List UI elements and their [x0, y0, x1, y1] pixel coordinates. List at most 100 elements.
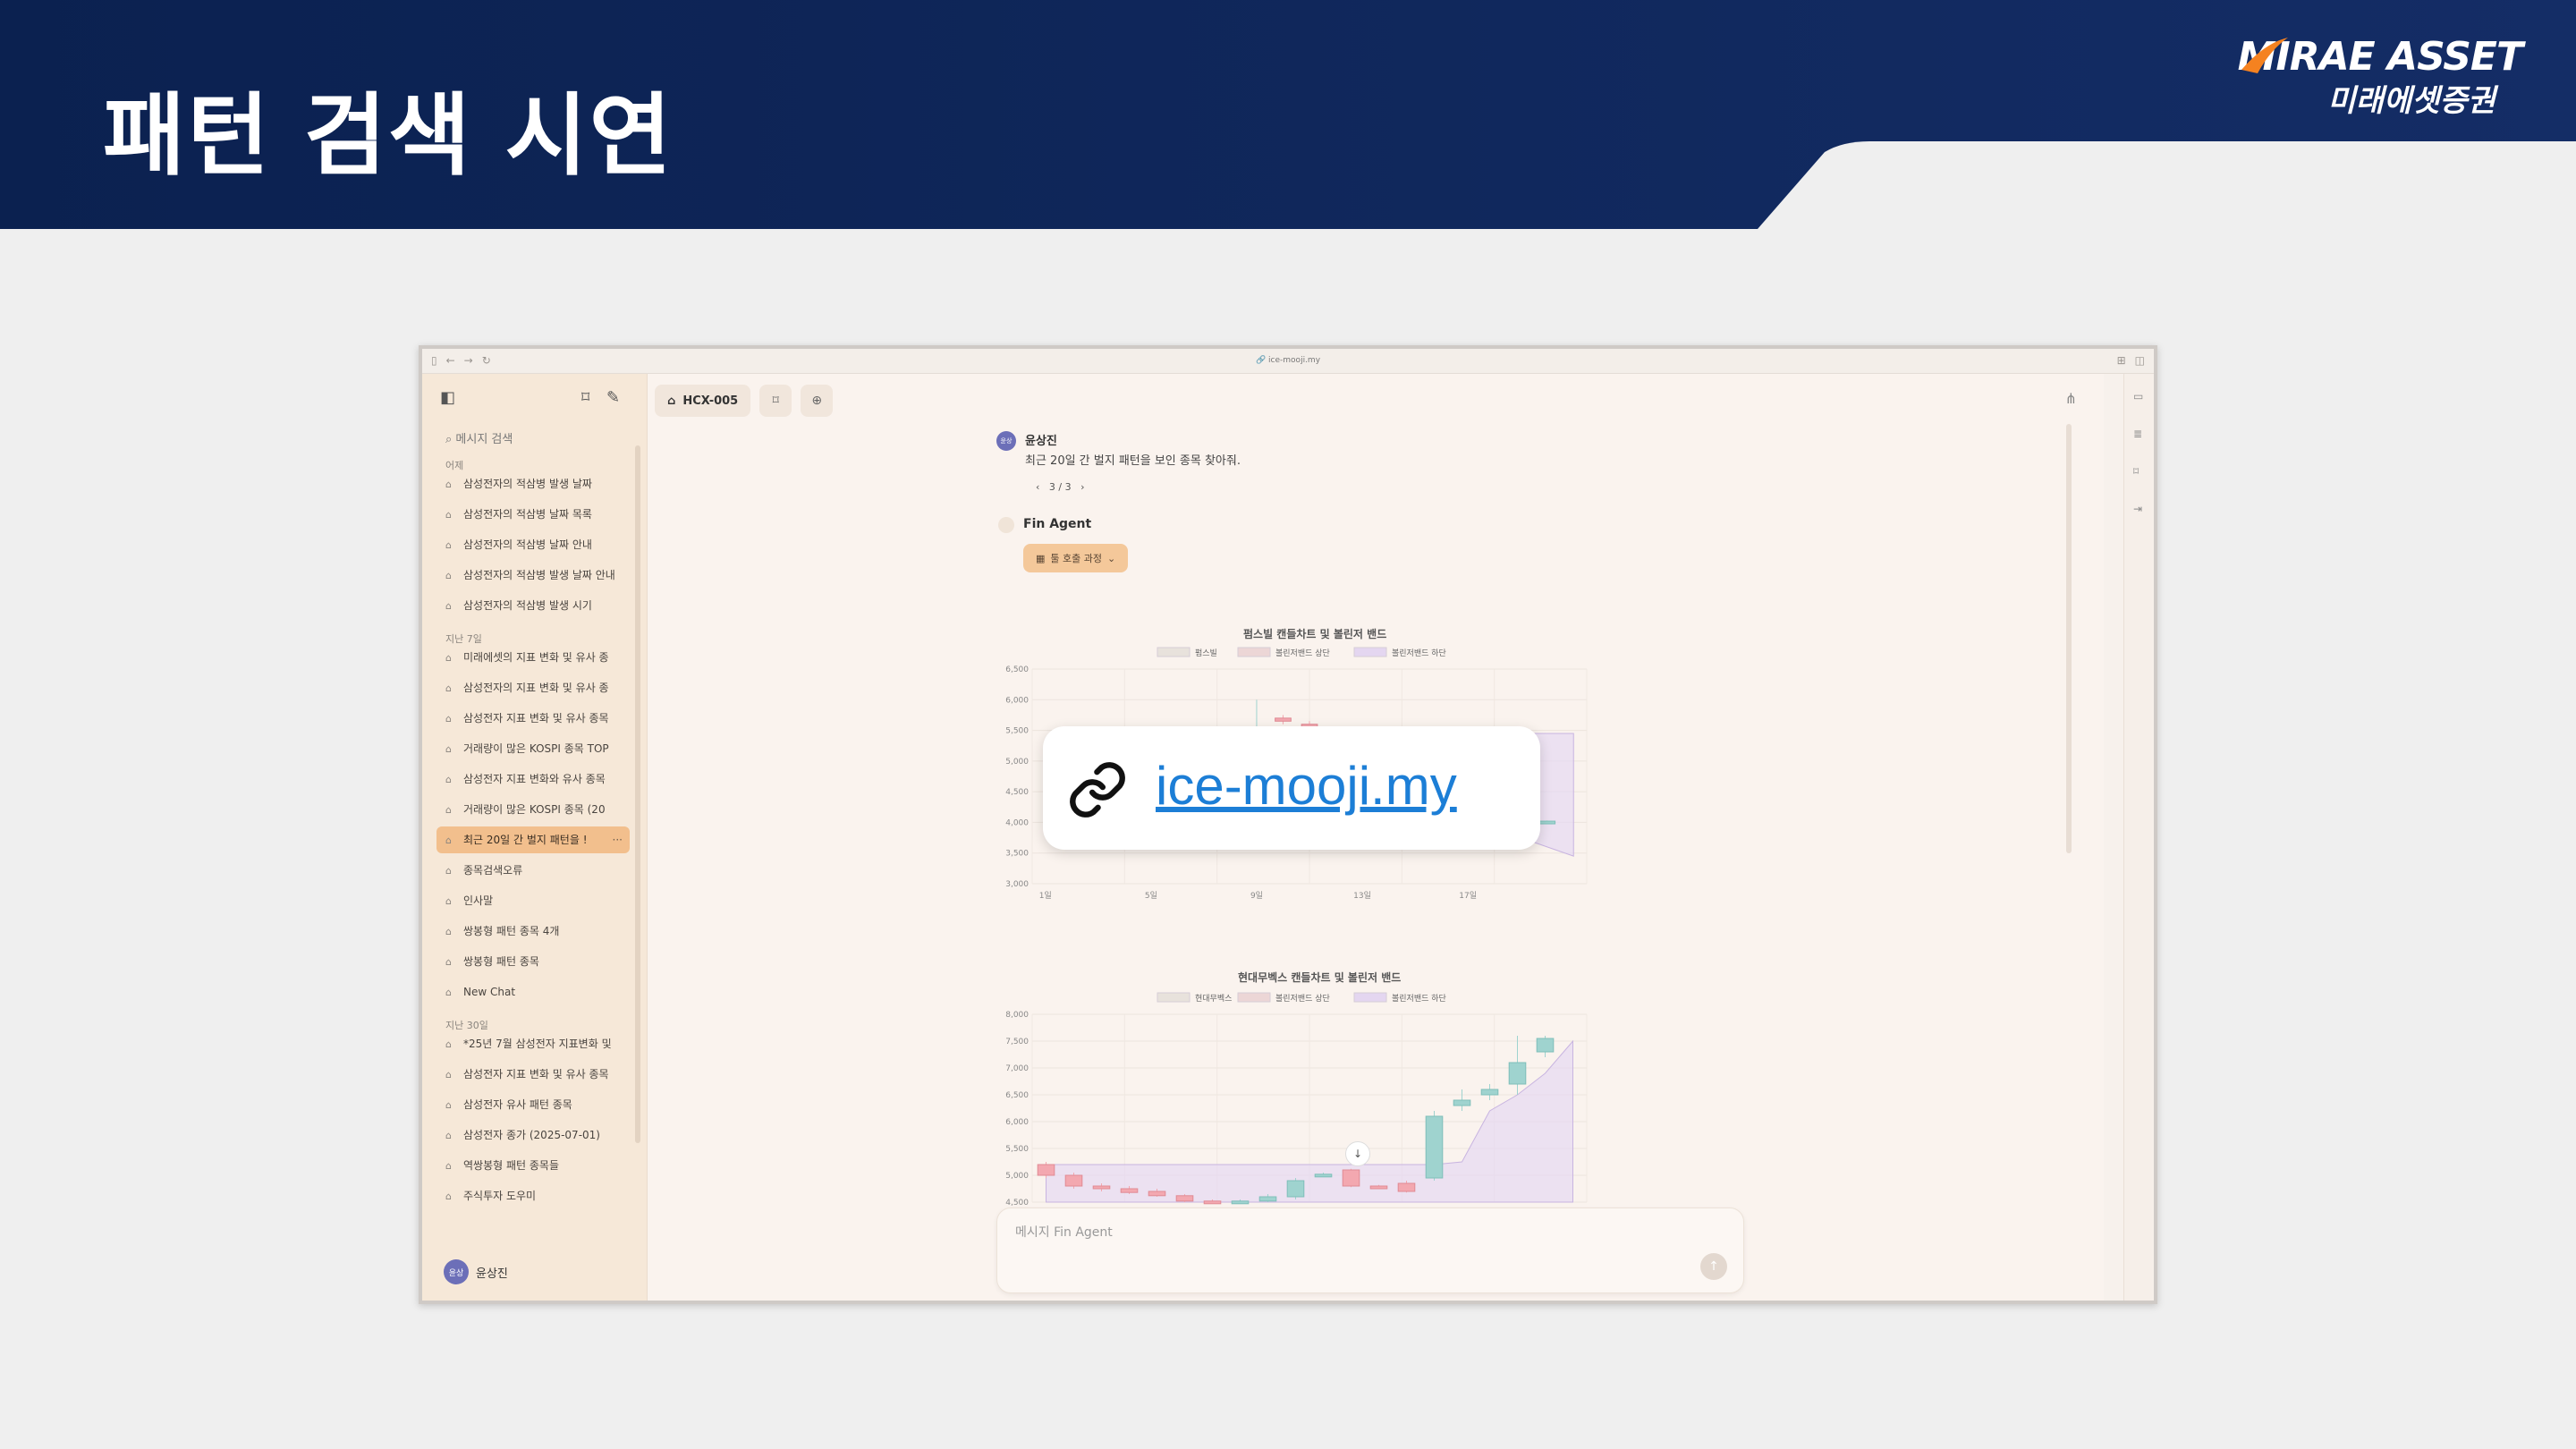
- chat-sidebar: ◧ ⌑ ✎ ⌕ 메시지 검색 어제 ⌂ 삼성전자의 적삼병 발생 날짜 ⌂ 삼성전자의 …: [422, 374, 648, 1301]
- slide-title: 패턴 검색 시연: [103, 83, 674, 188]
- legend-swatch: [1237, 992, 1271, 1003]
- sidebar-item[interactable]: ⌂ 삼성전자 지표 변화 및 유사 종목: [436, 1061, 630, 1088]
- candle-body: [1314, 1174, 1333, 1178]
- bot-icon: ⌂: [445, 1038, 452, 1050]
- candle-body: [1286, 1180, 1305, 1198]
- chevron-right-icon[interactable]: ›: [1080, 481, 1084, 493]
- bot-icon: ⌂: [445, 895, 452, 907]
- legend-label: 볼린저밴드 하단: [1392, 994, 1446, 1004]
- candle-body: [1538, 820, 1556, 825]
- legend-label: 펌스빌: [1195, 648, 1217, 658]
- legend-swatch: [1353, 647, 1387, 657]
- x-tick-label: 13일: [1353, 891, 1371, 901]
- sidebar-item[interactable]: ⌂ 쌍봉형 패턴 종목 4개: [436, 918, 630, 945]
- sidebar-search[interactable]: ⌕ 메시지 검색: [445, 429, 513, 446]
- candle-body: [1064, 1174, 1083, 1187]
- send-button[interactable]: ↑: [1700, 1253, 1727, 1280]
- candle-body: [1369, 1185, 1388, 1190]
- message-pager: ‹ 3 / 3 ›: [1036, 481, 1085, 493]
- sidebar-item[interactable]: ⌂ 삼성전자 지표 변화와 유사 종목: [436, 766, 630, 792]
- x-tick-label: 17일: [1459, 891, 1477, 901]
- share-icon[interactable]: ⋔: [2065, 390, 2077, 407]
- back-icon[interactable]: ←: [446, 354, 455, 367]
- message-user-name: 윤상진: [1025, 435, 1057, 448]
- more-options-icon[interactable]: ···: [613, 826, 623, 853]
- extension-icon[interactable]: ⊞: [2117, 354, 2126, 367]
- bot-icon: ⌂: [445, 713, 452, 724]
- tool-chip-label: 툴 호출 과정: [1050, 553, 1102, 564]
- sidebar-item[interactable]: ⌂ 거래량이 많은 KOSPI 종목 TOP: [436, 735, 630, 762]
- message-input[interactable]: 메시지 Fin Agent ↑: [996, 1208, 1744, 1293]
- sidebar-item[interactable]: ⌂ 삼성전자 종가 (2025-07-01): [436, 1122, 630, 1148]
- link-url[interactable]: ice-mooji.my: [1156, 755, 1457, 817]
- bot-icon: ⌂: [445, 743, 452, 755]
- y-tick-label: 3,500: [1005, 850, 1029, 859]
- link-overlay-card[interactable]: ice-mooji.my: [1043, 726, 1540, 850]
- collapse-icon[interactable]: ⇥: [2133, 503, 2142, 515]
- sidebar-item[interactable]: ⌂ 삼성전자의 적삼병 발생 시기: [436, 592, 630, 619]
- sidebar-toggle-icon[interactable]: ▯: [431, 354, 437, 367]
- bookmark-icon[interactable]: ⌑: [581, 388, 589, 407]
- database-icon[interactable]: ≣: [2133, 428, 2142, 440]
- address-bar[interactable]: 🔗 ice-mooji.my: [1256, 356, 1320, 365]
- forward-icon[interactable]: →: [464, 354, 473, 367]
- chevron-left-icon[interactable]: ‹: [1036, 481, 1039, 493]
- y-tick-label: 8,000: [1005, 1011, 1029, 1020]
- add-tab-icon[interactable]: ⊕: [801, 385, 834, 417]
- sidebar-item-label: 삼성전자의 적삼병 날짜 안내: [463, 538, 592, 551]
- sidebar-item[interactable]: ⌂ *25년 7월 삼성전자 지표변화 및: [436, 1030, 630, 1057]
- y-tick-label: 7,000: [1005, 1064, 1029, 1073]
- sidebar-item[interactable]: ⌂ 삼성전자 지표 변화 및 유사 종목: [436, 705, 630, 732]
- sidebar-item[interactable]: ⌂ 거래량이 많은 KOSPI 종목 (20: [436, 796, 630, 823]
- sidebar-item-label: 삼성전자의 적삼병 발생 날짜 안내: [463, 569, 615, 581]
- sidebar-item[interactable]: ⌂ 삼성전자의 지표 변화 및 유사 종: [436, 674, 630, 701]
- comment-icon[interactable]: ▭: [2133, 390, 2143, 402]
- candle-body: [1175, 1195, 1194, 1202]
- reload-icon[interactable]: ↻: [482, 354, 491, 367]
- bot-icon: ⌂: [445, 956, 452, 968]
- sidebar-item[interactable]: ⌂ 주식투자 도우미: [436, 1182, 630, 1209]
- message-text: 최근 20일 간 벌지 패턴을 보인 종목 찾아줘.: [1025, 454, 1241, 468]
- sidebar-item-label: 삼성전자 종가 (2025-07-01): [463, 1129, 600, 1141]
- sidebar-item[interactable]: ⌂ New Chat: [436, 979, 630, 1005]
- sidebar-item-label: *25년 7월 삼성전자 지표변화 및: [463, 1038, 612, 1050]
- sidebar-item[interactable]: ⌂ 최근 20일 간 벌지 패턴을 ! ···: [436, 826, 630, 853]
- sidebar-item-label: 쌍봉형 패턴 종목 4개: [463, 925, 560, 937]
- sidebar-item[interactable]: ⌂ 종목검색오류: [436, 857, 630, 884]
- sidebar-item-label: 삼성전자의 지표 변화 및 유사 종: [463, 682, 609, 694]
- bookmark-side-icon[interactable]: ⌑: [2133, 465, 2139, 478]
- user-profile[interactable]: 윤상 윤상진: [444, 1259, 508, 1284]
- bot-icon: ⌂: [445, 865, 452, 877]
- company-logo: MIRAE ASSET 미래에셋증권: [2238, 34, 2523, 120]
- bot-icon: ⌂: [445, 1130, 452, 1141]
- sidebar-item[interactable]: ⌂ 미래에셋의 지표 변화 및 유사 종: [436, 644, 630, 671]
- bookmark-tab-icon[interactable]: ⌑: [759, 385, 792, 417]
- sidebar-item-label: 삼성전자의 적삼병 발생 시기: [463, 599, 592, 612]
- sidebar-item[interactable]: ⌂ 삼성전자의 적삼병 날짜 안내: [436, 531, 630, 558]
- sidebar-item[interactable]: ⌂ 인사말: [436, 887, 630, 914]
- sidebar-item-label: 거래량이 많은 KOSPI 종목 TOP: [463, 742, 609, 755]
- sidebar-item[interactable]: ⌂ 삼성전자의 적삼병 발생 날짜: [436, 470, 630, 497]
- tab-model[interactable]: ⌂ HCX-005: [655, 385, 751, 417]
- scroll-down-icon[interactable]: ↓: [1345, 1141, 1370, 1166]
- sidebar-item[interactable]: ⌂ 쌍봉형 패턴 종목: [436, 948, 630, 975]
- candle-body: [1037, 1164, 1055, 1176]
- bot-icon: ⌂: [445, 1099, 452, 1111]
- panel-icon[interactable]: ◫: [2135, 354, 2145, 367]
- sidebar-scrollbar[interactable]: [635, 445, 640, 1143]
- sidebar-item[interactable]: ⌂ 삼성전자 유사 패턴 종목: [436, 1091, 630, 1118]
- tool-call-chip[interactable]: ▦ 툴 호출 과정 ⌄: [1023, 544, 1129, 572]
- sidebar-item[interactable]: ⌂ 역쌍봉형 패턴 종목들: [436, 1152, 630, 1179]
- browser-toolbar: ▯ ← → ↻ 🔗 ice-mooji.my ⊞ ◫: [422, 349, 2154, 374]
- y-tick-label: 6,500: [1005, 665, 1029, 674]
- bot-icon: ⌂: [445, 774, 452, 785]
- new-chat-icon[interactable]: ✎: [606, 388, 620, 407]
- bot-icon: ⌂: [445, 1160, 452, 1172]
- legend-swatch: [1157, 992, 1191, 1003]
- sidebar-item[interactable]: ⌂ 삼성전자의 적삼병 날짜 목록: [436, 501, 630, 528]
- main-scrollbar[interactable]: [2066, 424, 2072, 853]
- panel-toggle-icon[interactable]: ◧: [440, 388, 455, 407]
- sidebar-item[interactable]: ⌂ 삼성전자의 적삼병 발생 날짜 안내: [436, 562, 630, 589]
- slide-header: 패턴 검색 시연 MIRAE ASSET 미래에셋증권: [0, 0, 2576, 229]
- candle-body: [1536, 1038, 1555, 1053]
